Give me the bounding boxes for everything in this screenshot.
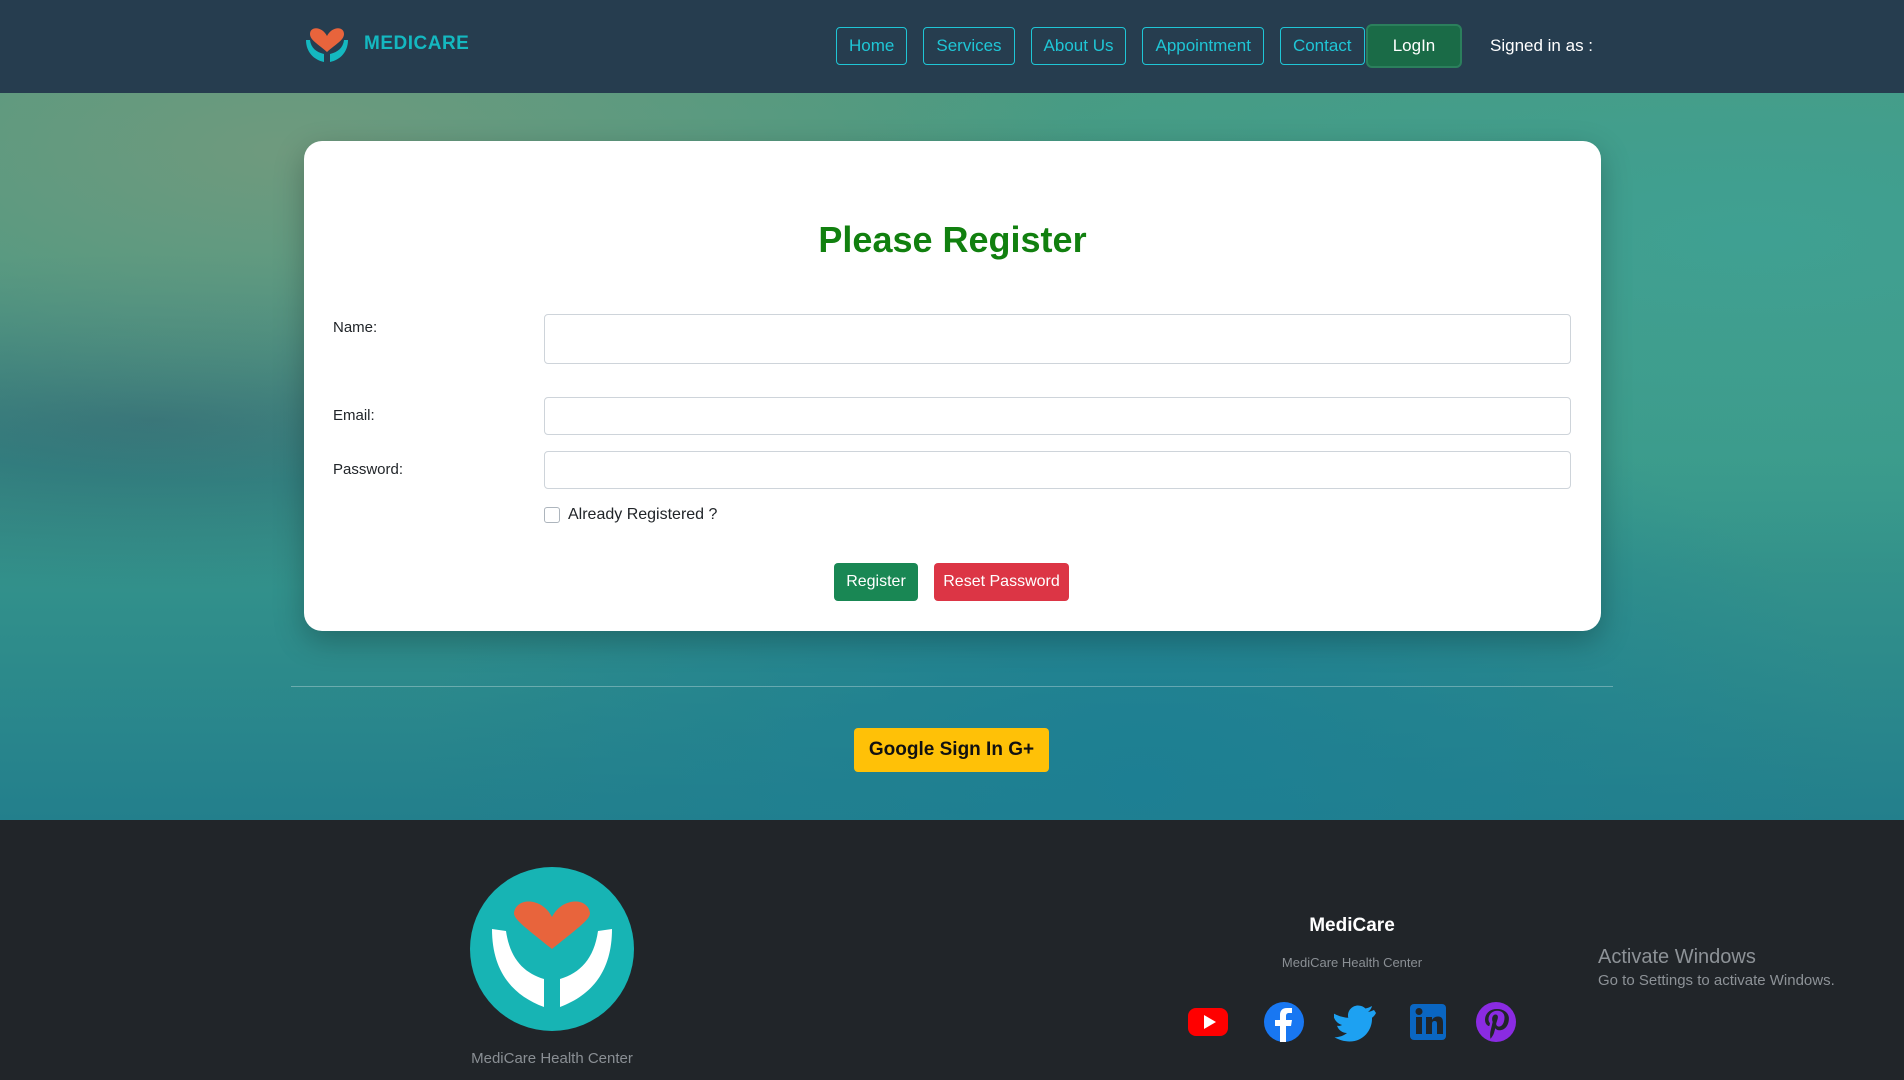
nav-about-us[interactable]: About Us xyxy=(1030,27,1127,65)
register-card: Please Register Name: Email: Password: A… xyxy=(304,141,1601,631)
reset-password-button[interactable]: Reset Password xyxy=(934,563,1069,601)
nav-links: Home Services About Us Appointment Conta… xyxy=(836,27,1365,65)
divider xyxy=(291,686,1613,687)
medicare-logo-icon xyxy=(306,28,348,62)
navbar: MEDICARE Home Services About Us Appointm… xyxy=(0,0,1904,93)
already-registered-checkbox[interactable] xyxy=(544,507,560,523)
pinterest-icon[interactable] xyxy=(1474,1000,1518,1044)
register-title: Please Register xyxy=(818,219,1087,260)
name-input[interactable] xyxy=(544,314,1571,364)
twitter-icon[interactable] xyxy=(1334,1000,1378,1044)
footer: MediCare Health Center MediCare MediCare… xyxy=(0,820,1904,1080)
facebook-icon[interactable] xyxy=(1262,1000,1306,1044)
nav-home[interactable]: Home xyxy=(836,27,908,65)
signed-in-text: Signed in as : xyxy=(1490,36,1594,55)
already-registered-row: Already Registered ? xyxy=(544,506,717,524)
youtube-icon[interactable] xyxy=(1186,1000,1230,1044)
medicare-footer-logo-icon xyxy=(470,867,634,1031)
email-label: Email: xyxy=(333,407,375,424)
password-input[interactable] xyxy=(544,451,1571,489)
register-button[interactable]: Register xyxy=(834,563,918,601)
brand[interactable]: MEDICARE xyxy=(302,22,469,66)
google-sign-in-button[interactable]: Google Sign In G+ xyxy=(854,728,1049,772)
linkedin-icon[interactable] xyxy=(1406,1000,1450,1044)
already-registered-label[interactable]: Already Registered ? xyxy=(568,506,717,524)
footer-subtitle: MediCare Health Center xyxy=(1281,955,1423,970)
nav-appointment[interactable]: Appointment xyxy=(1142,27,1264,65)
activate-windows-subtitle: Go to Settings to activate Windows. xyxy=(1598,972,1835,989)
footer-title: MediCare xyxy=(1309,915,1395,936)
email-input[interactable] xyxy=(544,397,1571,435)
password-label: Password: xyxy=(333,461,404,478)
login-button[interactable]: LogIn xyxy=(1366,24,1462,68)
nav-services[interactable]: Services xyxy=(923,27,1015,65)
nav-contact[interactable]: Contact xyxy=(1279,27,1365,65)
brand-name: MEDICARE xyxy=(364,33,470,54)
footer-left-caption: MediCare Health Center xyxy=(471,1050,633,1067)
activate-windows-title: Activate Windows xyxy=(1598,946,1756,968)
name-label: Name: xyxy=(333,319,378,336)
